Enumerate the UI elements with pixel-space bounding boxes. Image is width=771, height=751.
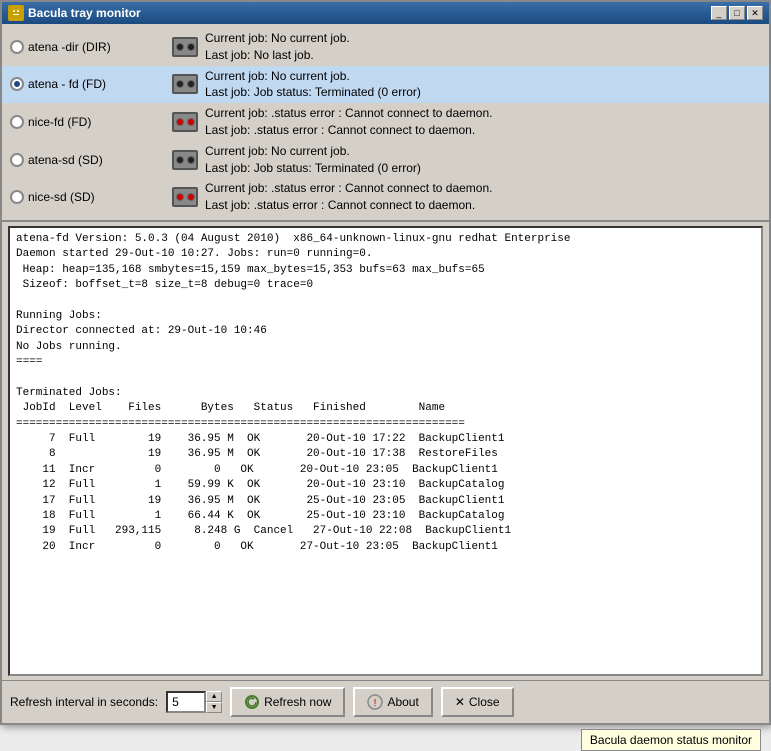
- close-button[interactable]: ✕: [747, 6, 763, 20]
- daemon-icon: [171, 149, 199, 171]
- tape-reel-left: [176, 118, 184, 126]
- daemon-name: nice-sd (SD): [28, 190, 95, 204]
- daemon-row[interactable]: atena-sd (SD) Current job: No current jo…: [2, 141, 769, 179]
- daemon-radio-nice-sd[interactable]: nice-sd (SD): [10, 190, 165, 204]
- svg-text:!: !: [374, 698, 377, 709]
- radio-button[interactable]: [10, 77, 24, 91]
- daemon-status: Current job: No current job. Last job: N…: [205, 30, 350, 64]
- daemon-icon: [171, 111, 199, 133]
- refresh-interval-label: Refresh interval in seconds:: [10, 695, 158, 709]
- daemon-name: atena - fd (FD): [28, 77, 106, 91]
- daemon-status: Current job: .status error : Cannot conn…: [205, 180, 492, 214]
- daemon-radio-atena-dir[interactable]: atena -dir (DIR): [10, 40, 165, 54]
- maximize-button[interactable]: □: [729, 6, 745, 20]
- daemon-name: nice-fd (FD): [28, 115, 91, 129]
- close-label: Close: [469, 695, 500, 709]
- daemon-radio-atena-sd[interactable]: atena-sd (SD): [10, 153, 165, 167]
- tape-reel-left: [176, 43, 184, 51]
- refresh-input[interactable]: [166, 691, 206, 713]
- about-icon: !: [367, 694, 383, 710]
- log-content: atena-fd Version: 5.0.3 (04 August 2010)…: [10, 228, 761, 559]
- last-job: Last job: Job status: Terminated (0 erro…: [205, 160, 421, 177]
- titlebar-left: Bacula tray monitor: [8, 5, 141, 21]
- tape-reel-right: [187, 156, 195, 164]
- daemon-radio-atena-fd[interactable]: atena - fd (FD): [10, 77, 165, 91]
- last-job: Last job: .status error : Cannot connect…: [205, 122, 492, 139]
- last-job: Last job: .status error : Cannot connect…: [205, 197, 492, 214]
- close-icon: ✕: [455, 695, 465, 709]
- window-title: Bacula tray monitor: [28, 6, 141, 20]
- titlebar: Bacula tray monitor _ □ ✕: [2, 2, 769, 24]
- daemon-row[interactable]: nice-fd (FD) Current job: .status error …: [2, 103, 769, 141]
- tape-reel-left: [176, 156, 184, 164]
- spinner-up-button[interactable]: ▲: [206, 691, 222, 702]
- daemon-radio-nice-fd[interactable]: nice-fd (FD): [10, 115, 165, 129]
- tape-reel-right: [187, 43, 195, 51]
- last-job: Last job: No last job.: [205, 47, 350, 64]
- refresh-now-button[interactable]: Refresh now: [230, 687, 345, 717]
- daemon-row[interactable]: nice-sd (SD) Current job: .status error …: [2, 178, 769, 216]
- refresh-icon: [244, 694, 260, 710]
- daemon-icon: [171, 186, 199, 208]
- tape-reel-right: [187, 118, 195, 126]
- current-job: Current job: No current job.: [205, 143, 421, 160]
- current-job: Current job: .status error : Cannot conn…: [205, 105, 492, 122]
- daemon-icon: [171, 73, 199, 95]
- spinner-buttons: ▲ ▼: [206, 691, 222, 713]
- window-controls: _ □ ✕: [711, 6, 763, 20]
- minimize-button[interactable]: _: [711, 6, 727, 20]
- radio-button[interactable]: [10, 40, 24, 54]
- radio-button[interactable]: [10, 115, 24, 129]
- close-button[interactable]: ✕ Close: [441, 687, 514, 717]
- radio-button[interactable]: [10, 190, 24, 204]
- daemon-name: atena-sd (SD): [28, 153, 103, 167]
- about-button[interactable]: ! About: [353, 687, 432, 717]
- tape-reel-left: [176, 193, 184, 201]
- tooltip: Bacula daemon status monitor: [581, 729, 761, 751]
- daemon-status: Current job: No current job. Last job: J…: [205, 143, 421, 177]
- last-job: Last job: Job status: Terminated (0 erro…: [205, 84, 421, 101]
- about-label: About: [387, 695, 418, 709]
- refresh-now-label: Refresh now: [264, 695, 331, 709]
- daemon-name: atena -dir (DIR): [28, 40, 111, 54]
- radio-button[interactable]: [10, 153, 24, 167]
- daemon-status: Current job: No current job. Last job: J…: [205, 68, 421, 102]
- daemon-list: atena -dir (DIR) Current job: No current…: [2, 24, 769, 222]
- current-job: Current job: No current job.: [205, 30, 350, 47]
- refresh-spinner[interactable]: ▲ ▼: [166, 691, 222, 713]
- daemon-row[interactable]: atena - fd (FD) Current job: No current …: [2, 66, 769, 104]
- tape-reel-left: [176, 80, 184, 88]
- spinner-down-button[interactable]: ▼: [206, 702, 222, 713]
- log-area: atena-fd Version: 5.0.3 (04 August 2010)…: [8, 226, 763, 676]
- main-window: Bacula tray monitor _ □ ✕ atena -dir (DI…: [0, 0, 771, 725]
- current-job: Current job: No current job.: [205, 68, 421, 85]
- tape-reel-right: [187, 193, 195, 201]
- daemon-icon: [171, 36, 199, 58]
- daemon-row[interactable]: atena -dir (DIR) Current job: No current…: [2, 28, 769, 66]
- daemon-status: Current job: .status error : Cannot conn…: [205, 105, 492, 139]
- tape-reel-right: [187, 80, 195, 88]
- app-icon: [8, 5, 24, 21]
- current-job: Current job: .status error : Cannot conn…: [205, 180, 492, 197]
- bottom-bar: Refresh interval in seconds: ▲ ▼ Refresh…: [2, 680, 769, 723]
